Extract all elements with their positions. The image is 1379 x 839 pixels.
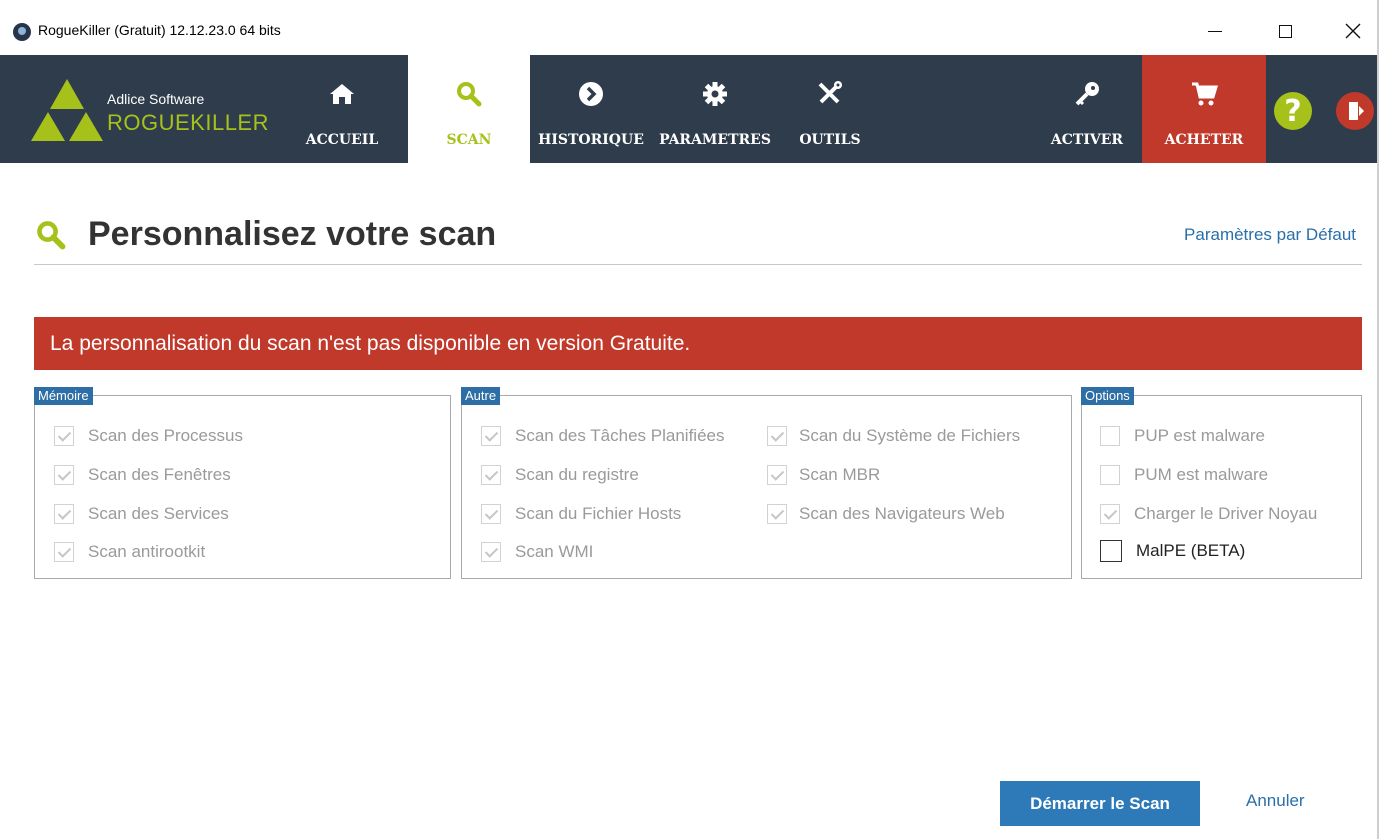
- group-autre: Autre Scan des Tâches Planifiées Scan du…: [461, 387, 1072, 579]
- tab-parametres[interactable]: PARAMETRES: [654, 55, 776, 163]
- search-icon: [37, 221, 66, 250]
- option-scan-wmi[interactable]: Scan WMI: [481, 542, 593, 562]
- option-label: Scan des Services: [88, 504, 229, 523]
- gear-icon: [703, 82, 727, 106]
- checkbox[interactable]: [54, 426, 74, 446]
- roguekiller-logo: [31, 79, 103, 141]
- option-scan-processus[interactable]: Scan des Processus: [54, 426, 243, 446]
- tab-label: PARAMETRES: [659, 132, 771, 148]
- group-options: Options PUP est malware PUM est malware …: [1081, 387, 1362, 579]
- app-window: RogueKiller (Gratuit) 12.12.23.0 64 bits…: [0, 0, 1379, 839]
- option-scan-registre[interactable]: Scan du registre: [481, 465, 639, 485]
- tab-label: ACTIVER: [1050, 132, 1124, 148]
- checkbox[interactable]: [1100, 426, 1120, 446]
- option-label: Charger le Driver Noyau: [1134, 504, 1318, 523]
- cancel-button[interactable]: Annuler: [1246, 791, 1305, 811]
- tab-label: OUTILS: [799, 132, 861, 148]
- tools-icon: [818, 81, 842, 104]
- option-label: Scan antirootkit: [88, 542, 206, 561]
- option-label: Scan MBR: [799, 465, 881, 484]
- tab-label: ACCUEIL: [305, 132, 379, 148]
- option-pum-malware[interactable]: PUM est malware: [1100, 465, 1268, 485]
- minimize-icon: [1208, 30, 1222, 32]
- tab-scan[interactable]: SCAN: [408, 55, 530, 163]
- checkbox[interactable]: [481, 542, 501, 562]
- brand-company: Adlice Software: [107, 91, 205, 107]
- option-label: Scan des Fenêtres: [88, 465, 231, 484]
- tab-historique[interactable]: HISTORIQUE: [530, 55, 652, 163]
- group-memoire: Mémoire Scan des Processus Scan des Fenê…: [34, 387, 451, 579]
- start-scan-button[interactable]: Démarrer le Scan: [1000, 781, 1200, 826]
- checkbox[interactable]: [481, 504, 501, 524]
- checkbox[interactable]: [1100, 540, 1122, 562]
- checkbox[interactable]: [481, 426, 501, 446]
- option-scan-hosts[interactable]: Scan du Fichier Hosts: [481, 504, 681, 524]
- title-bar: RogueKiller (Gratuit) 12.12.23.0 64 bits: [0, 0, 1377, 55]
- chevron-right-icon: [579, 82, 603, 106]
- option-scan-taches[interactable]: Scan des Tâches Planifiées: [481, 426, 724, 446]
- tab-label: ACHETER: [1164, 132, 1244, 148]
- tab-label: HISTORIQUE: [538, 132, 644, 148]
- option-label: Scan du registre: [515, 465, 639, 484]
- default-settings-link[interactable]: Paramètres par Défaut: [1184, 225, 1356, 245]
- window-title: RogueKiller (Gratuit) 12.12.23.0 64 bits: [38, 22, 281, 38]
- close-button[interactable]: [1330, 14, 1376, 48]
- option-scan-antirootkit[interactable]: Scan antirootkit: [54, 542, 205, 562]
- minimize-button[interactable]: [1192, 14, 1238, 48]
- option-driver-noyau[interactable]: Charger le Driver Noyau: [1100, 504, 1317, 524]
- checkbox[interactable]: [767, 504, 787, 524]
- page-title: Personnalisez votre scan: [88, 215, 497, 253]
- checkbox[interactable]: [767, 426, 787, 446]
- option-label: PUP est malware: [1134, 426, 1266, 445]
- group-legend: Autre: [461, 387, 501, 405]
- app-icon: [13, 23, 31, 41]
- checkbox[interactable]: [767, 465, 787, 485]
- tab-acheter[interactable]: ACHETER: [1142, 55, 1266, 163]
- option-label: Scan du Système de Fichiers: [799, 426, 1021, 445]
- checkbox[interactable]: [54, 465, 74, 485]
- option-malpe-beta[interactable]: MalPE (BETA): [1100, 540, 1245, 562]
- checkbox[interactable]: [1100, 504, 1120, 524]
- maximize-icon: [1278, 24, 1292, 38]
- checkbox[interactable]: [54, 542, 74, 562]
- exit-button[interactable]: [1336, 92, 1374, 130]
- option-scan-fenetres[interactable]: Scan des Fenêtres: [54, 465, 231, 485]
- checkbox[interactable]: [54, 504, 74, 524]
- option-label: MalPE (BETA): [1136, 541, 1246, 560]
- option-label: Scan WMI: [515, 542, 594, 561]
- checkbox[interactable]: [1100, 465, 1120, 485]
- option-label: Scan du Fichier Hosts: [515, 504, 682, 523]
- help-icon: ?: [1284, 93, 1302, 129]
- group-legend: Mémoire: [34, 387, 93, 405]
- option-label: Scan des Processus: [88, 426, 243, 445]
- option-scan-services[interactable]: Scan des Services: [54, 504, 229, 524]
- home-icon: [330, 84, 354, 104]
- main-content: Personnalisez votre scan Paramètres par …: [0, 163, 1377, 839]
- key-icon: [1075, 82, 1099, 106]
- brand-product: ROGUEKILLER: [107, 110, 269, 135]
- search-icon: [457, 82, 482, 107]
- option-scan-mbr[interactable]: Scan MBR: [767, 465, 880, 485]
- tab-label: SCAN: [446, 132, 492, 148]
- option-label: Scan des Tâches Planifiées: [515, 426, 725, 445]
- maximize-button[interactable]: [1262, 14, 1308, 48]
- checkbox[interactable]: [481, 465, 501, 485]
- cart-icon: [1192, 82, 1218, 106]
- exit-icon: [1349, 102, 1364, 120]
- close-icon: [1345, 23, 1361, 39]
- divider: [34, 264, 1362, 265]
- option-label: Scan des Navigateurs Web: [799, 504, 1005, 523]
- option-scan-systeme-fichiers[interactable]: Scan du Système de Fichiers: [767, 426, 1020, 446]
- help-button[interactable]: ?: [1274, 92, 1312, 130]
- option-pup-malware[interactable]: PUP est malware: [1100, 426, 1265, 446]
- main-nav: Adlice Software ROGUEKILLER ACCUEIL SCAN…: [0, 55, 1377, 163]
- group-legend: Options: [1081, 387, 1134, 405]
- tab-outils[interactable]: OUTILS: [776, 55, 884, 163]
- option-scan-navigateurs[interactable]: Scan des Navigateurs Web: [767, 504, 1005, 524]
- option-label: PUM est malware: [1134, 465, 1269, 484]
- tab-activer[interactable]: ACTIVER: [1032, 55, 1142, 163]
- free-version-alert: La personnalisation du scan n'est pas di…: [34, 317, 1362, 370]
- tab-accueil[interactable]: ACCUEIL: [298, 55, 386, 163]
